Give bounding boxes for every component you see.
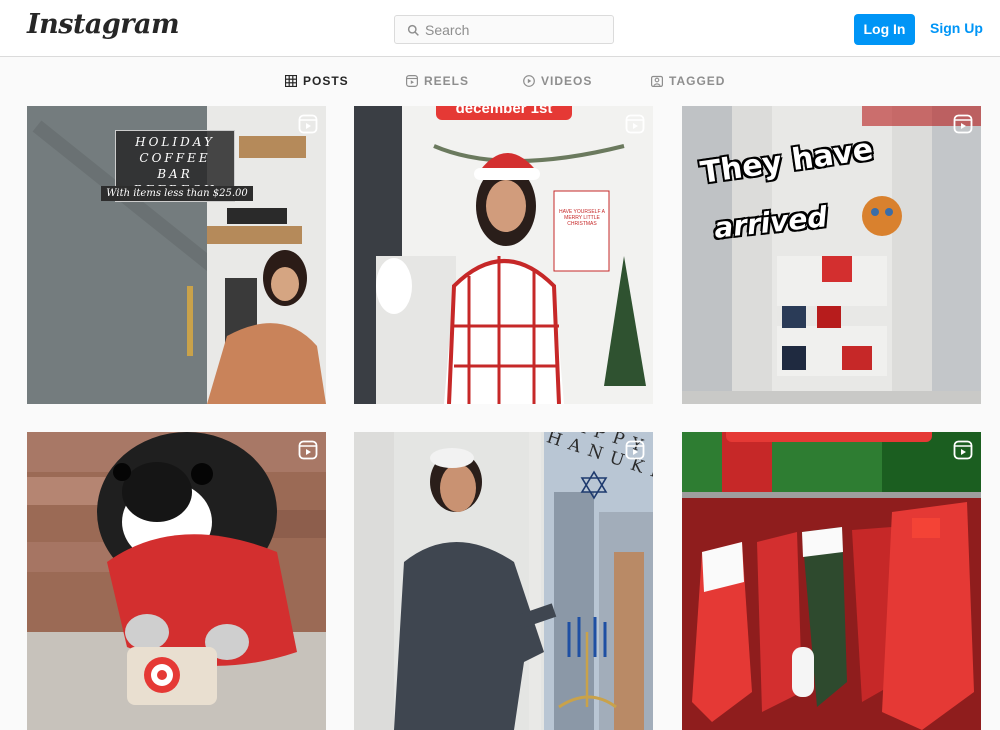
post-image-christmas-pajamas [354,106,653,404]
grid-icon [285,75,297,87]
post-thumbnail[interactable] [27,432,326,730]
post-thumbnail[interactable]: They have arrived [682,106,981,404]
reels-icon [953,440,973,460]
play-icon [523,75,535,87]
post-image-dog-costume [27,432,326,730]
reels-icon [406,75,418,87]
search-placeholder: Search [425,22,470,38]
reels-icon [298,440,318,460]
tab-reels-label: REELS [424,74,470,88]
tab-tagged[interactable]: TAGGED [651,72,725,90]
top-navigation-bar: Instagram Search Log In Sign Up [0,0,1000,57]
search-icon [407,24,419,36]
reels-icon [298,114,318,134]
tab-tagged-label: TAGGED [669,74,726,88]
post-thumbnail[interactable]: HOLIDAY COFFEE BAR REFRESH With items le… [27,106,326,404]
post-overlay-subcaption: With items less than $25.00 [101,186,253,201]
instagram-logo[interactable]: Instagram [27,9,180,40]
signup-link[interactable]: Sign Up [930,20,983,36]
login-button[interactable]: Log In [854,14,915,45]
reels-icon [625,440,645,460]
tab-videos-label: VIDEOS [541,74,593,88]
tab-posts[interactable]: POSTS [285,72,349,90]
reels-icon [625,114,645,134]
sign-text: HAVE YOURSELF A MERRY LITTLE CHRISTMAS [559,209,605,227]
post-image-menorah [354,432,653,730]
post-thumbnail[interactable]: HAPPY HANUKKAH [354,432,653,730]
post-thumbnail[interactable]: december 1st HAVE YOURSELF A MERRY LITTL… [354,106,653,404]
tab-videos[interactable]: VIDEOS [523,72,592,90]
search-input[interactable]: Search [394,15,614,44]
reels-icon [953,114,973,134]
tab-posts-label: POSTS [303,74,349,88]
profile-tabs: POSTS REELS VIDEOS TAGGED [0,57,1000,105]
post-thumbnail[interactable] [682,432,981,730]
post-image-stockings [682,432,981,730]
post-overlay-banner [726,432,932,442]
post-overlay-title: december 1st [436,106,572,120]
tab-reels[interactable]: REELS [406,72,469,90]
tagged-icon [651,75,663,87]
